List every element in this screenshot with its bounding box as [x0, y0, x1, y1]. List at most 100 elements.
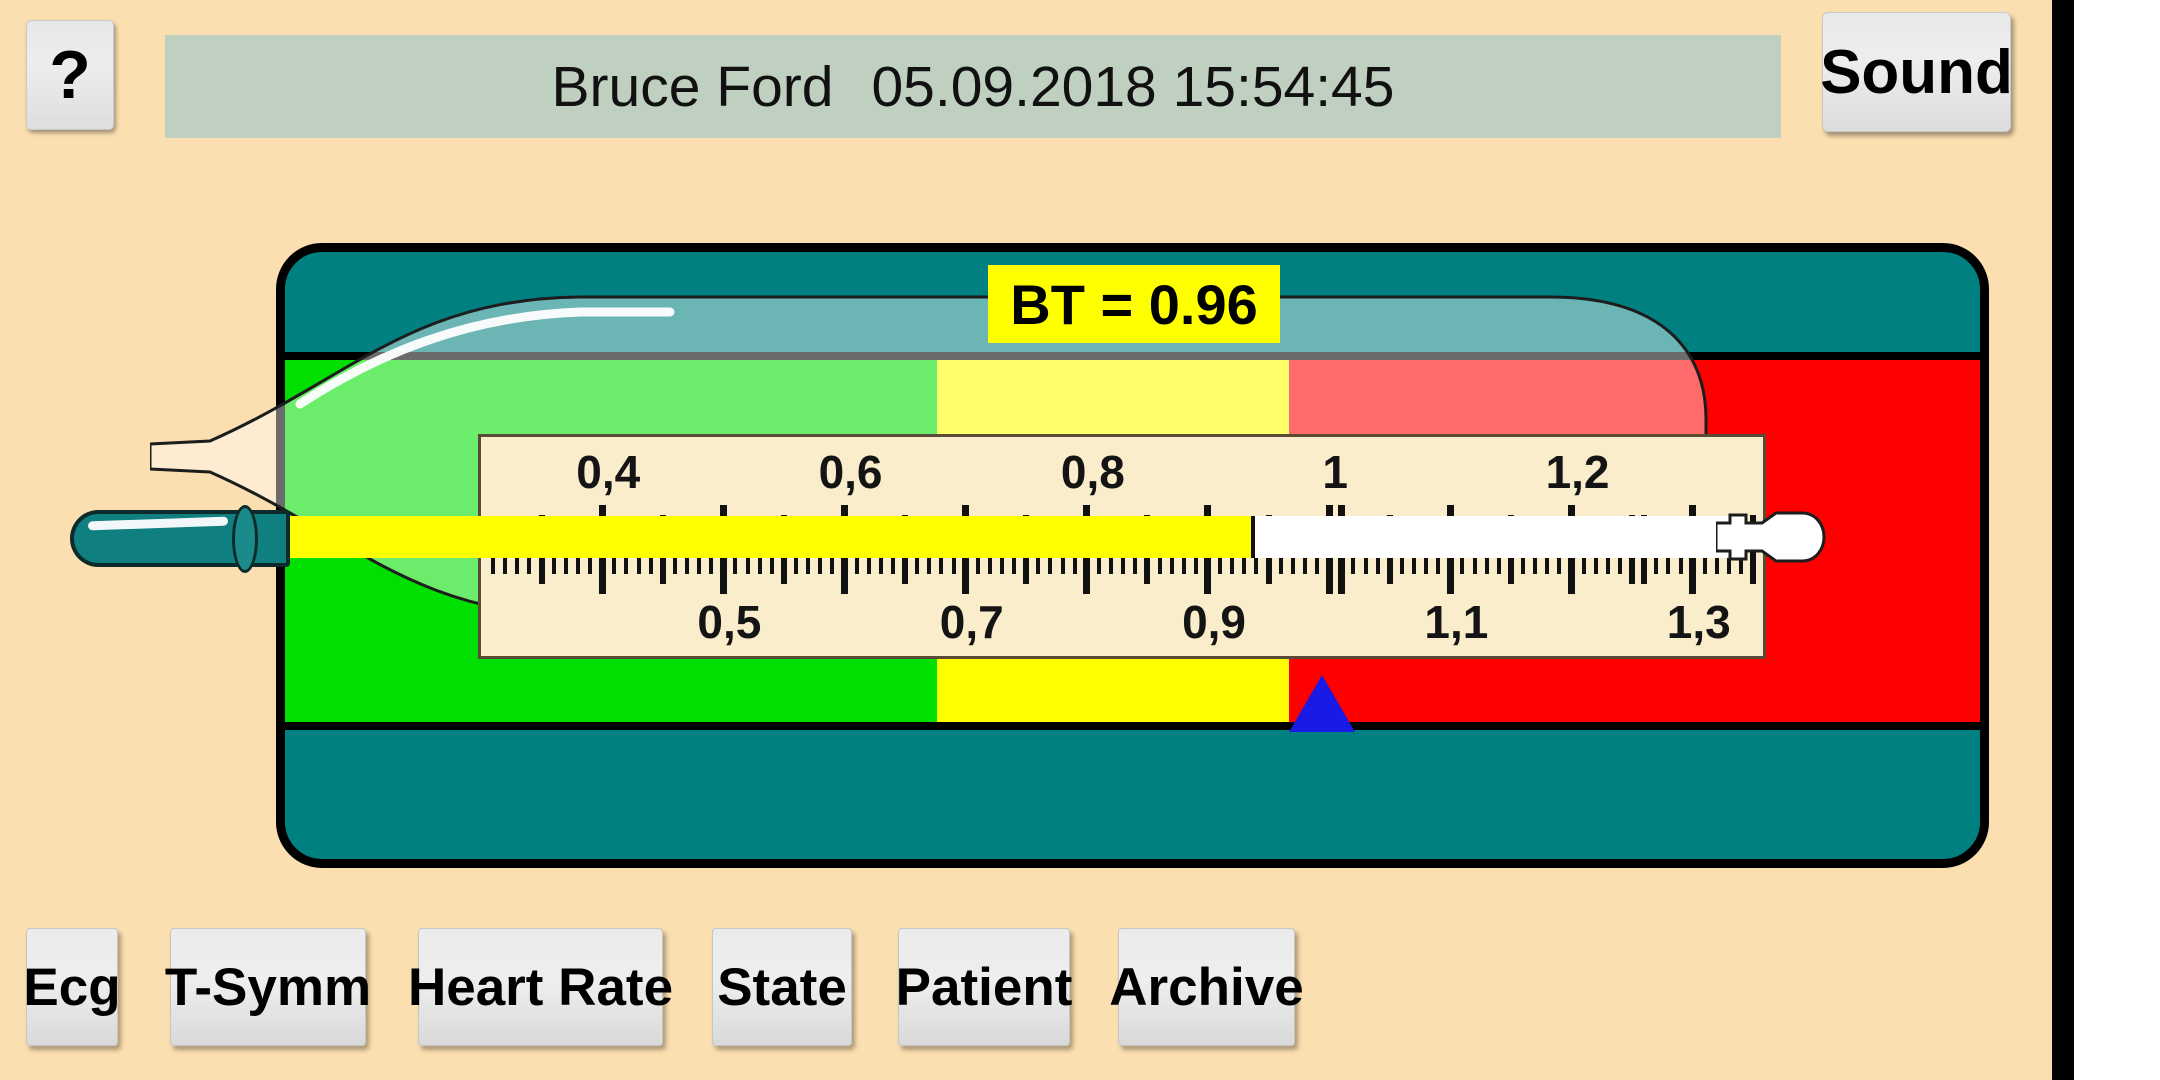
app-root: ? Bruce Ford 05.09.2018 15:54:45 Sound 0,…	[0, 0, 2052, 1080]
threshold-marker-triangle[interactable]	[1289, 675, 1355, 732]
scale-tick	[866, 544, 871, 574]
scale-tick	[1436, 544, 1441, 574]
footer-button-patient[interactable]: Patient	[896, 928, 1072, 1046]
scale-tick	[962, 544, 970, 594]
scale-tick	[902, 544, 909, 584]
scale-tick	[1581, 544, 1586, 574]
scale-tick	[1386, 544, 1393, 584]
scale-tick	[1072, 544, 1077, 574]
scale-tick	[1507, 544, 1514, 584]
scale-tick	[515, 544, 520, 574]
help-button[interactable]: ?	[26, 20, 114, 130]
scale-tick	[1605, 544, 1610, 574]
scale-tick	[975, 544, 980, 574]
scale-tick	[624, 544, 629, 574]
scale-tick	[709, 544, 714, 574]
scale-tick	[588, 544, 593, 574]
scale-tick	[840, 544, 848, 594]
scale-tick	[745, 544, 750, 574]
scale-tick	[1629, 544, 1636, 584]
scale-tick	[1567, 544, 1575, 594]
scale-tick	[1399, 544, 1404, 574]
footer-button-heart-rate[interactable]: Heart Rate	[408, 928, 673, 1046]
scale-tick	[1144, 544, 1151, 584]
scale-tick	[1411, 544, 1416, 574]
scale-tick	[1521, 544, 1526, 574]
scale-label-top: 0,8	[1060, 446, 1125, 498]
scale-label-bottom: 0,5	[697, 596, 762, 648]
scale-tick	[1083, 544, 1091, 594]
scale-tick	[806, 544, 811, 574]
scale-tick	[659, 544, 666, 584]
scale-tick	[1484, 544, 1489, 574]
patient-timestamp: 05.09.2018 15:54:45	[871, 54, 1395, 119]
scale-tick	[769, 544, 774, 574]
scale-tick	[527, 544, 532, 574]
thermometer-scale[interactable]: 0,4 0,6 0,8 1 1,2 0,5 0,7 0,9 1,1 1,3	[478, 434, 1766, 659]
scale-tick	[915, 544, 920, 574]
stem-highlight	[87, 516, 229, 531]
scale-tick	[830, 544, 835, 574]
scale-tick	[1641, 544, 1648, 584]
scale-tick	[1060, 544, 1065, 574]
scale-tick	[503, 544, 508, 574]
scale-tick	[1666, 544, 1671, 574]
scale-tick	[1023, 544, 1030, 584]
scale-tick	[598, 544, 606, 594]
scale-tick	[1472, 544, 1477, 574]
scale-tick	[1545, 544, 1550, 574]
scale-tick	[951, 544, 956, 574]
scale-tick	[1157, 544, 1162, 574]
scale-tick	[1337, 544, 1345, 594]
scale-tick	[1496, 544, 1501, 574]
screen-bezel-divider	[2052, 0, 2074, 1080]
scale-tick	[1654, 544, 1659, 574]
patient-info-text: Bruce Ford 05.09.2018 15:54:45	[552, 54, 1395, 120]
stem-collar	[232, 505, 258, 573]
sound-button[interactable]: Sound	[1820, 12, 2013, 132]
scale-tick	[491, 544, 496, 574]
scale-tick	[684, 544, 689, 574]
scale-tick	[757, 544, 762, 574]
scale-tick	[1363, 544, 1368, 574]
scale-tick	[1714, 544, 1719, 574]
scale-tick	[1290, 544, 1295, 574]
scale-tick	[1617, 544, 1622, 574]
footer-button-state[interactable]: State	[712, 928, 852, 1046]
scale-tick	[1375, 544, 1380, 574]
scale-tick	[1000, 544, 1005, 574]
scale-tick	[719, 544, 727, 594]
scale-tick	[1230, 544, 1235, 574]
scale-tick	[697, 544, 702, 574]
scale-tick	[672, 544, 677, 574]
scale-tick	[780, 544, 787, 584]
scale-tick	[1109, 544, 1114, 574]
scale-tick	[551, 544, 556, 574]
bt-readout-badge[interactable]: BT = 0.96	[988, 265, 1280, 343]
scale-tick	[818, 544, 823, 574]
scale-tick	[1557, 544, 1562, 574]
scale-tick	[1193, 544, 1198, 574]
scale-tick	[538, 544, 545, 584]
scale-tick	[563, 544, 568, 574]
scale-tick	[1325, 544, 1333, 594]
scale-tick	[1096, 544, 1101, 574]
footer-button-ecg[interactable]: Ecg	[23, 928, 121, 1046]
scale-tick	[1121, 544, 1126, 574]
scale-label-top: 1	[1322, 446, 1349, 498]
scale-tick	[1315, 544, 1320, 574]
scale-tick	[1424, 544, 1429, 574]
scale-tick	[1181, 544, 1186, 574]
scale-tick	[1012, 544, 1017, 574]
footer-button-t-symm[interactable]: T-Symm	[165, 928, 371, 1046]
scale-tick	[1460, 544, 1465, 574]
scale-label-top: 1,2	[1545, 446, 1610, 498]
footer-button-archive[interactable]: Archive	[1109, 928, 1304, 1046]
scale-label-bottom: 1,3	[1666, 596, 1731, 648]
scale-tick	[987, 544, 992, 574]
scale-label-bottom: 1,1	[1424, 596, 1489, 648]
patient-name: Bruce Ford	[551, 54, 834, 119]
scale-tick	[1036, 544, 1041, 574]
scale-tick	[939, 544, 944, 574]
scale-tick	[927, 544, 932, 574]
